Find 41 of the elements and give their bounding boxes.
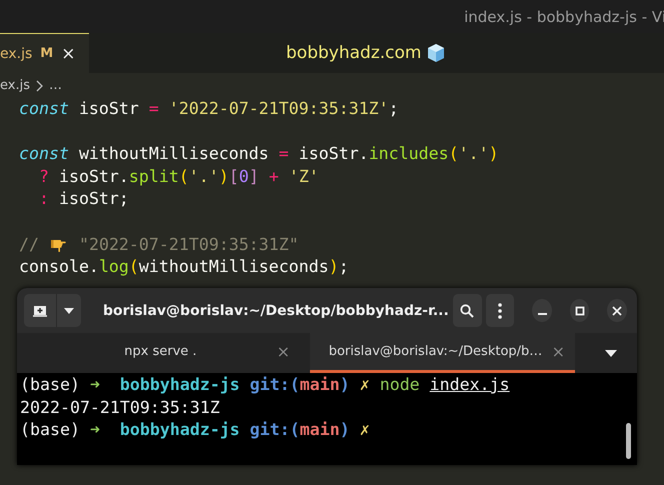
terminal-title: borislav@borislav:~/Desktop/bobbyhadz-r... bbox=[102, 302, 449, 318]
modified-label: M bbox=[40, 46, 54, 61]
terminal-tab[interactable]: borislav@borislav:~/Desktop/b… × bbox=[310, 333, 575, 373]
code-line: : isoStr; bbox=[38, 188, 129, 210]
terminal-line: (base) ➜ bobbyhadz-js git:(main) ✗ node index.js bbox=[20, 374, 510, 396]
code-line: // bbox=[19, 234, 40, 256]
breadcrumb-item[interactable]: ex.js bbox=[0, 78, 30, 93]
terminal-line: (base) ➜ bobbyhadz-js git:(main) ✗ bbox=[20, 419, 370, 442]
code-line: ? isoStr.split('.')[0] + 'Z' bbox=[38, 166, 319, 188]
menu-button[interactable] bbox=[486, 294, 514, 327]
kebab-menu-icon bbox=[498, 302, 502, 318]
tab-label: npx serve . bbox=[124, 344, 197, 359]
code-line: const withoutMilliseconds = isoStr.includes('.') bbox=[19, 143, 499, 166]
close-icon[interactable]: × bbox=[61, 44, 76, 64]
caret-icon bbox=[64, 308, 74, 314]
dropdown-button[interactable] bbox=[57, 294, 81, 327]
scrollbar[interactable] bbox=[626, 423, 631, 459]
chevron-icon bbox=[36, 80, 43, 92]
terminal-tab[interactable]: npx serve . × bbox=[35, 333, 300, 373]
code-line: const isoStr = '2022-07-21T09:35:31Z'; bbox=[19, 98, 399, 120]
caret-icon[interactable] bbox=[605, 350, 617, 356]
close-icon[interactable]: × bbox=[552, 342, 565, 361]
terminal-line: 2022-07-21T09:35:31Z bbox=[20, 396, 220, 419]
tab-label: ex.js bbox=[0, 46, 32, 62]
new-tab-button[interactable] bbox=[24, 294, 57, 327]
search-icon bbox=[460, 304, 474, 318]
editor-tab[interactable]: ex.js M × bbox=[0, 33, 90, 73]
close-icon bbox=[612, 306, 622, 316]
minimize-button[interactable] bbox=[532, 299, 552, 322]
site-name: bobbyhadz.com bbox=[286, 43, 422, 63]
breadcrumb-item[interactable]: … bbox=[48, 78, 62, 93]
minimize-icon bbox=[538, 313, 547, 315]
plus-icon bbox=[33, 304, 47, 316]
maximize-icon bbox=[574, 306, 585, 316]
close-button[interactable] bbox=[607, 299, 627, 322]
maximize-button[interactable] bbox=[570, 299, 590, 322]
code-line: console.log(withoutMilliseconds); bbox=[19, 256, 349, 278]
tab-label: borislav@borislav:~/Desktop/b… bbox=[328, 344, 542, 359]
code-line: "2022-07-21T09:35:31Z" bbox=[78, 234, 299, 256]
close-icon[interactable]: × bbox=[276, 342, 290, 361]
search-button[interactable] bbox=[452, 294, 482, 327]
